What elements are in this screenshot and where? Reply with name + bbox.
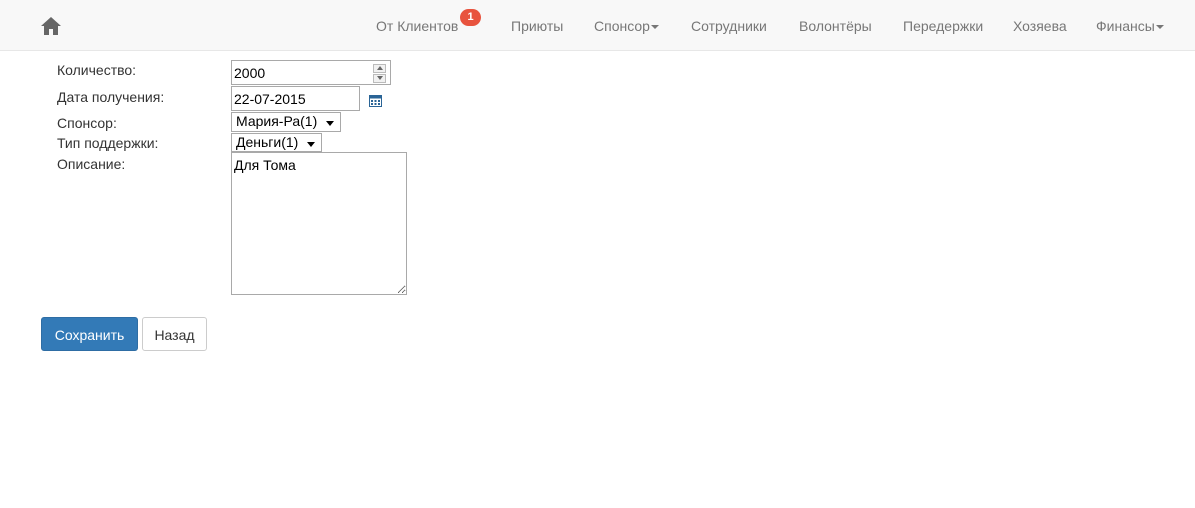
nav-from-clients[interactable]: От Клиентов [376,18,458,34]
description-label: Описание: [57,156,126,172]
calendar-icon[interactable] [369,94,382,107]
nav-finances-label: Финансы [1096,18,1155,34]
caret-down-icon [1155,25,1164,30]
nav-volunteers[interactable]: Волонтёры [799,18,872,34]
quantity-input[interactable] [231,60,391,85]
quantity-label: Количество: [57,62,137,78]
nav-employees-label: Сотрудники [691,18,767,34]
nav-employees[interactable]: Сотрудники [691,18,767,34]
date-input[interactable] [231,86,360,111]
quantity-stepper[interactable] [373,64,386,83]
home-icon[interactable] [40,16,62,36]
support-type-label: Тип поддержки: [57,135,159,151]
nav-sponsor-label: Спонсор [594,18,650,34]
nav-from-clients-label: От Клиентов [376,18,459,34]
sponsor-select-value: Мария-Ра(1) [236,113,318,129]
nav-shelters-label: Приюты [511,18,564,34]
notification-badge: 1 [460,9,481,26]
sponsor-select[interactable]: Мария-Ра(1) [231,112,341,132]
sponsor-label: Спонсор: [57,115,117,131]
nav-foster-homes[interactable]: Передержки [903,18,983,34]
support-type-select-value: Деньги(1) [236,134,299,150]
nav-foster-homes-label: Передержки [903,18,984,34]
nav-owners[interactable]: Хозяева [1013,18,1067,34]
stepper-down-icon[interactable] [373,74,386,83]
nav-shelters[interactable]: Приюты [511,18,563,34]
nav-finances-dropdown[interactable]: Финансы [1096,18,1164,34]
navbar: От Клиентов 1 Приюты Спонсор Сотрудники … [0,0,1195,51]
caret-down-icon [650,25,659,30]
dropdown-arrow-icon [307,142,315,147]
date-label: Дата получения: [57,89,165,105]
save-button[interactable]: Сохранить [41,317,138,351]
nav-volunteers-label: Волонтёры [799,18,872,34]
nav-owners-label: Хозяева [1013,18,1067,34]
description-textarea[interactable]: Для Тома [231,152,407,295]
dropdown-arrow-icon [326,121,334,126]
nav-sponsor-dropdown[interactable]: Спонсор [594,18,659,34]
support-type-select[interactable]: Деньги(1) [231,133,322,152]
back-button[interactable]: Назад [142,317,207,351]
stepper-up-icon[interactable] [373,64,386,73]
